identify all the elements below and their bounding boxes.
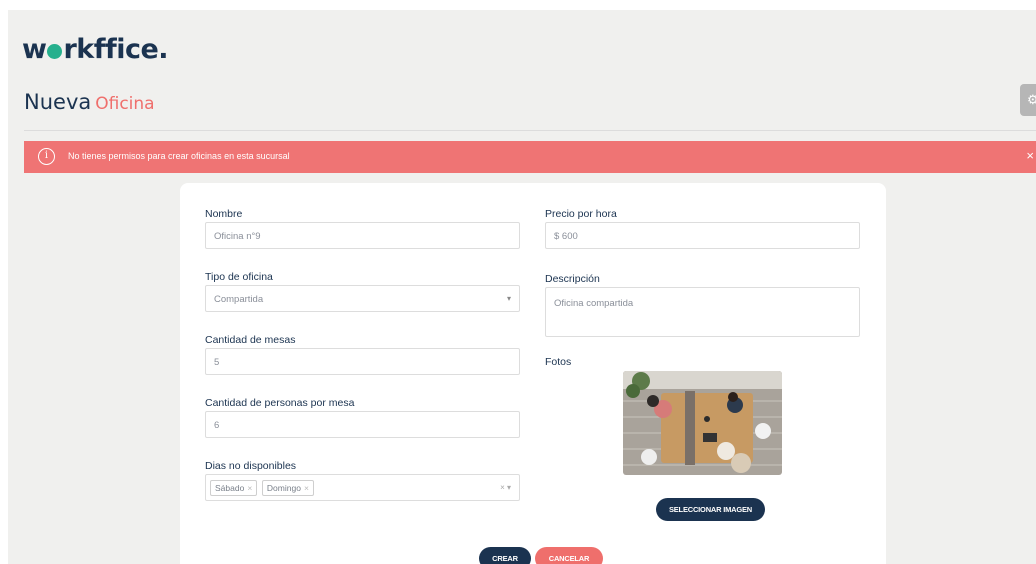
mesas-value: 5 (214, 357, 220, 368)
precio-label: Precio por hora (545, 208, 617, 220)
mesas-label: Cantidad de mesas (205, 334, 296, 346)
tipo-label: Tipo de oficina (205, 271, 273, 283)
settings-corner-button[interactable]: ⚙ (1020, 84, 1036, 116)
nombre-value: Oficina n°9 (214, 231, 261, 242)
logo-text-prefix: w (22, 34, 47, 65)
tipo-value: Compartida (214, 294, 264, 305)
descripcion-value: Oficina compartida (554, 298, 634, 309)
cancel-button[interactable]: CANCELAR (535, 547, 603, 564)
info-icon: i (38, 148, 55, 165)
nombre-input[interactable]: Oficina n°9 (205, 222, 520, 249)
precio-value: $ 600 (554, 231, 578, 242)
workffice-logo[interactable]: w rkffice. (22, 34, 169, 65)
descripcion-textarea[interactable]: Oficina compartida (545, 287, 860, 337)
dias-label: Dias no disponibles (205, 460, 297, 472)
office-form-card: Nombre Oficina n°9 Tipo de oficina Compa… (180, 183, 886, 564)
page-title-main: Nueva (24, 90, 92, 114)
clear-and-chevron-icons[interactable]: × ▾ (500, 483, 511, 492)
create-button[interactable]: CREAR (479, 547, 531, 564)
precio-input[interactable]: $ 600 (545, 222, 860, 249)
office-photo (623, 371, 782, 475)
logo-text-suffix: rkffice. (63, 34, 169, 65)
personas-value: 6 (214, 420, 220, 431)
mesas-input[interactable]: 5 (205, 348, 520, 375)
tipo-select[interactable]: Compartida ▾ (205, 285, 520, 312)
descripcion-label: Descripción (545, 273, 600, 285)
permission-alert: i No tienes permisos para crear oficinas… (24, 141, 1036, 173)
select-image-button[interactable]: SELECCIONAR IMAGEN (656, 498, 765, 521)
tag-sabado-label: Sábado (215, 483, 245, 493)
alert-close-icon[interactable]: × (1026, 148, 1034, 163)
logo-dot (47, 44, 63, 59)
dias-tags: Sábado × Domingo × (210, 480, 316, 496)
personas-label: Cantidad de personas por mesa (205, 397, 355, 409)
tag-remove-icon[interactable]: × (247, 483, 252, 493)
page-background: w rkffice. Nueva Oficina ⚙ i No tienes per… (8, 10, 1036, 564)
page-title-accent: Oficina (95, 94, 155, 114)
personas-input[interactable]: 6 (205, 411, 520, 438)
fotos-label: Fotos (545, 356, 572, 368)
tag-domingo-label: Domingo (266, 483, 301, 493)
gear-icon: ⚙ (1027, 92, 1036, 107)
tag-remove-icon[interactable]: × (304, 483, 309, 493)
chevron-down-icon: ▾ (506, 294, 511, 303)
dias-multiselect[interactable]: Sábado × Domingo × × ▾ (205, 474, 520, 501)
nombre-label: Nombre (205, 208, 243, 220)
page-title: Nueva Oficina (24, 90, 155, 114)
tag-domingo: Domingo × (261, 480, 314, 496)
alert-message: No tienes permisos para crear oficinas e… (68, 151, 290, 161)
header-divider (24, 130, 1036, 131)
tag-sabado: Sábado × (210, 480, 258, 496)
